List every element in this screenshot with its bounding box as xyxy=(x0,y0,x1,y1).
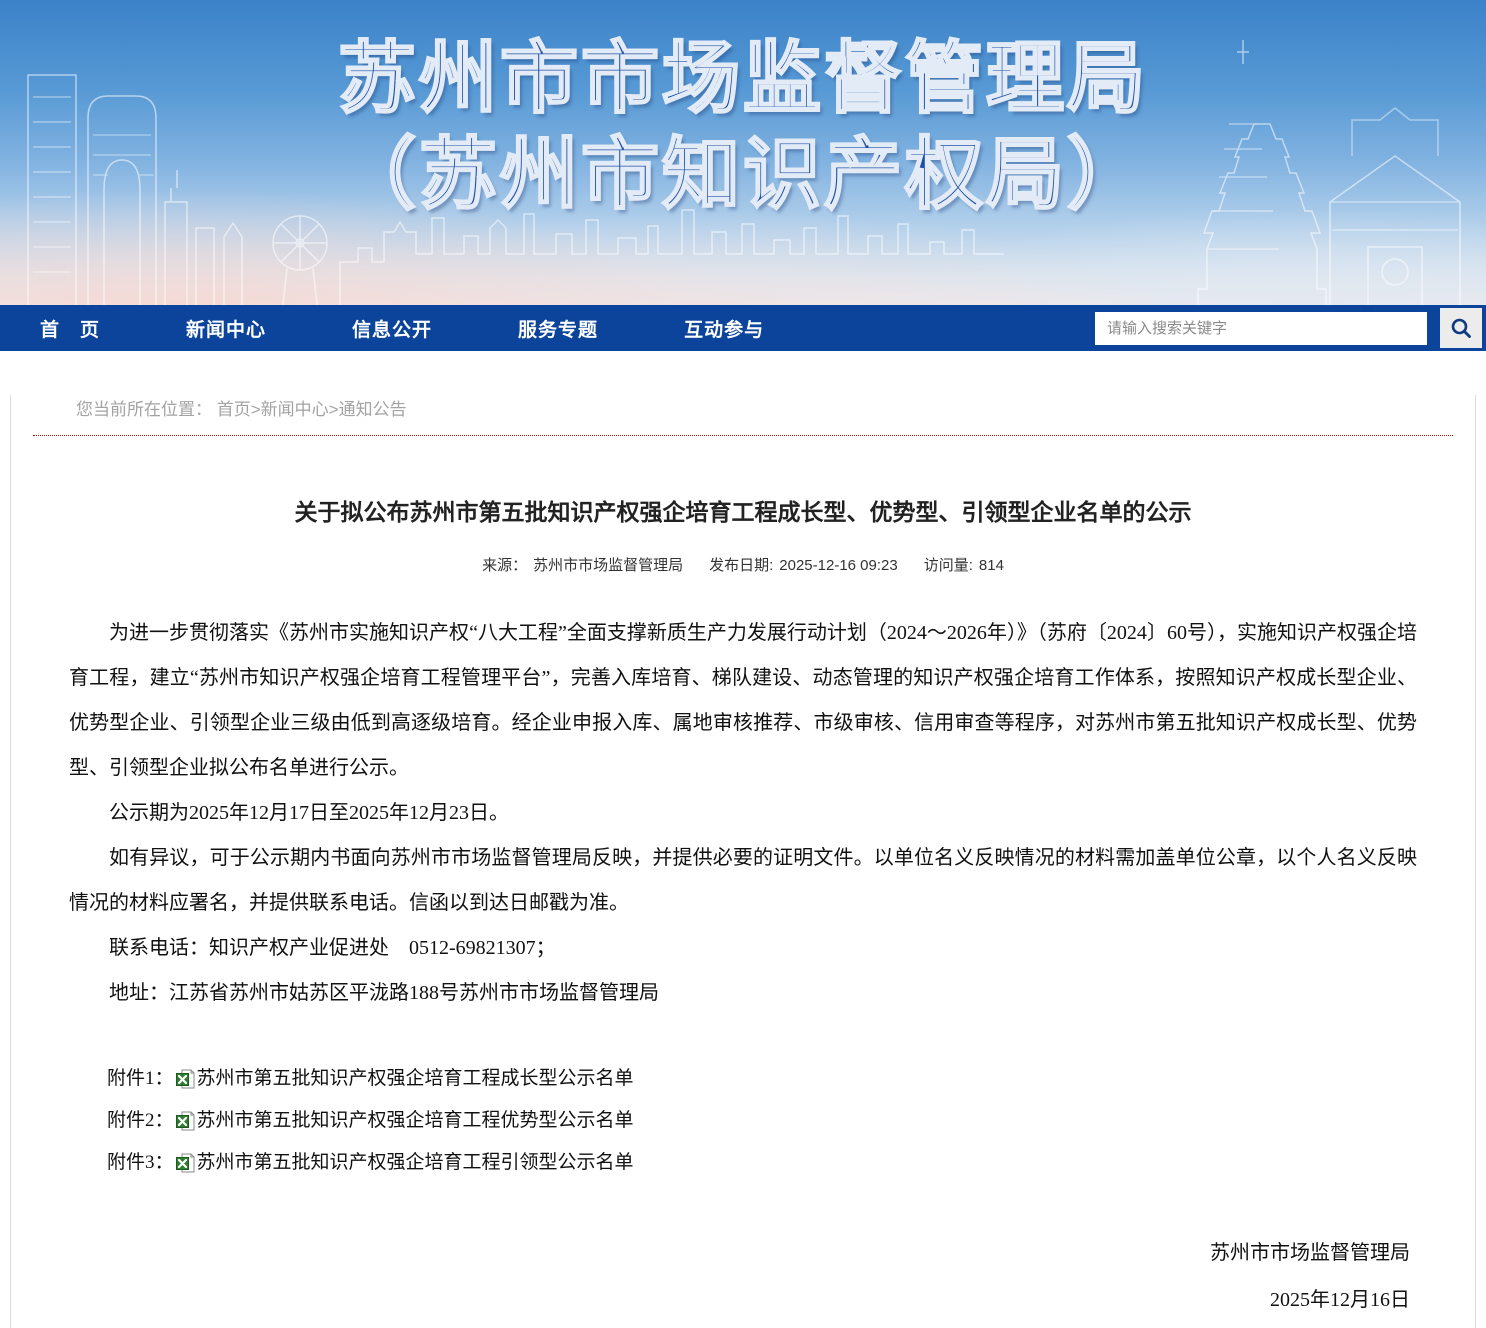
paragraph: 地址：江苏省苏州市姑苏区平泷路188号苏州市市场监督管理局 xyxy=(69,971,1417,1016)
meta-views-label: 访问量: xyxy=(924,557,973,574)
search-bar xyxy=(1095,308,1482,348)
meta-source-value: 苏州市市场监督管理局 xyxy=(533,557,683,574)
main-nav: 首 页 新闻中心 信息公开 服务专题 互动参与 xyxy=(0,305,1486,351)
breadcrumb-path[interactable]: 首页>新闻中心>通知公告 xyxy=(217,400,407,419)
excel-file-icon xyxy=(176,1111,195,1131)
search-input[interactable] xyxy=(1095,312,1427,345)
search-icon xyxy=(1450,317,1472,339)
excel-file-icon xyxy=(176,1153,195,1173)
signature-date: 2025年12月16日 xyxy=(11,1277,1410,1324)
attachment-label: 附件3： xyxy=(107,1142,174,1184)
article-meta: 来源： 苏州市市场监督管理局 发布日期: 2025-12-16 09:23 访问量: 81… xyxy=(11,554,1475,575)
attachment-label: 附件1： xyxy=(107,1058,174,1100)
nav-item-news[interactable]: 新闻中心 xyxy=(186,315,266,342)
attachment-link[interactable]: 苏州市第五批知识产权强企培育工程优势型公示名单 xyxy=(197,1100,634,1142)
nav-item-service-topics[interactable]: 服务专题 xyxy=(518,315,598,342)
attachments-list: 附件1： 苏州市第五批知识产权强企培育工程成长型公示名单 附件2： 苏州市第五批… xyxy=(69,1058,1417,1184)
attachment-link[interactable]: 苏州市第五批知识产权强企培育工程成长型公示名单 xyxy=(197,1058,634,1100)
article-body: 为进一步贯彻落实《苏州市实施知识产权“八大工程”全面支撑新质生产力发展行动计划（… xyxy=(69,611,1417,1016)
nav-item-info-disclosure[interactable]: 信息公开 xyxy=(352,315,432,342)
meta-views-value: 814 xyxy=(979,557,1004,574)
meta-source-label: 来源： xyxy=(482,557,527,574)
paragraph: 公示期为2025年12月17日至2025年12月23日。 xyxy=(69,791,1417,836)
attachment-row: 附件3： 苏州市第五批知识产权强企培育工程引领型公示名单 xyxy=(107,1142,1417,1184)
signature-org: 苏州市市场监督管理局 xyxy=(11,1230,1410,1277)
site-title: 苏州市市场监督管理局 （苏州市知识产权局） xyxy=(0,30,1486,222)
paragraph: 联系电话：知识产权产业促进处 0512-69821307； xyxy=(69,926,1417,971)
meta-date-label: 发布日期: xyxy=(709,557,773,574)
breadcrumb: 您当前所在位置： 首页>新闻中心>通知公告 xyxy=(76,395,1475,420)
nav-item-interaction[interactable]: 互动参与 xyxy=(684,315,764,342)
attachment-row: 附件2： 苏州市第五批知识产权强企培育工程优势型公示名单 xyxy=(107,1100,1417,1142)
excel-file-icon xyxy=(176,1069,195,1089)
attachment-row: 附件1： 苏州市第五批知识产权强企培育工程成长型公示名单 xyxy=(107,1058,1417,1100)
search-button[interactable] xyxy=(1440,308,1482,348)
attachment-link[interactable]: 苏州市第五批知识产权强企培育工程引领型公示名单 xyxy=(197,1142,634,1184)
meta-date-value: 2025-12-16 09:23 xyxy=(779,557,897,574)
dotted-divider xyxy=(33,435,1453,436)
site-title-line2: （苏州市知识产权局） xyxy=(0,126,1486,222)
paragraph: 为进一步贯彻落实《苏州市实施知识产权“八大工程”全面支撑新质生产力发展行动计划（… xyxy=(69,611,1417,791)
site-banner: 苏州市市场监督管理局 （苏州市知识产权局） xyxy=(0,0,1486,305)
content-panel: 您当前所在位置： 首页>新闻中心>通知公告 关于拟公布苏州市第五批知识产权强企培… xyxy=(10,395,1476,1328)
breadcrumb-label: 您当前所在位置： xyxy=(76,400,212,419)
paragraph: 如有异议，可于公示期内书面向苏州市市场监督管理局反映，并提供必要的证明文件。以单… xyxy=(69,836,1417,926)
site-title-line1: 苏州市市场监督管理局 xyxy=(0,30,1486,126)
nav-item-home[interactable]: 首 页 xyxy=(40,315,100,342)
attachment-label: 附件2： xyxy=(107,1100,174,1142)
signature-block: 苏州市市场监督管理局 2025年12月16日 xyxy=(11,1230,1410,1324)
article-title: 关于拟公布苏州市第五批知识产权强企培育工程成长型、优势型、引领型企业名单的公示 xyxy=(71,496,1415,528)
